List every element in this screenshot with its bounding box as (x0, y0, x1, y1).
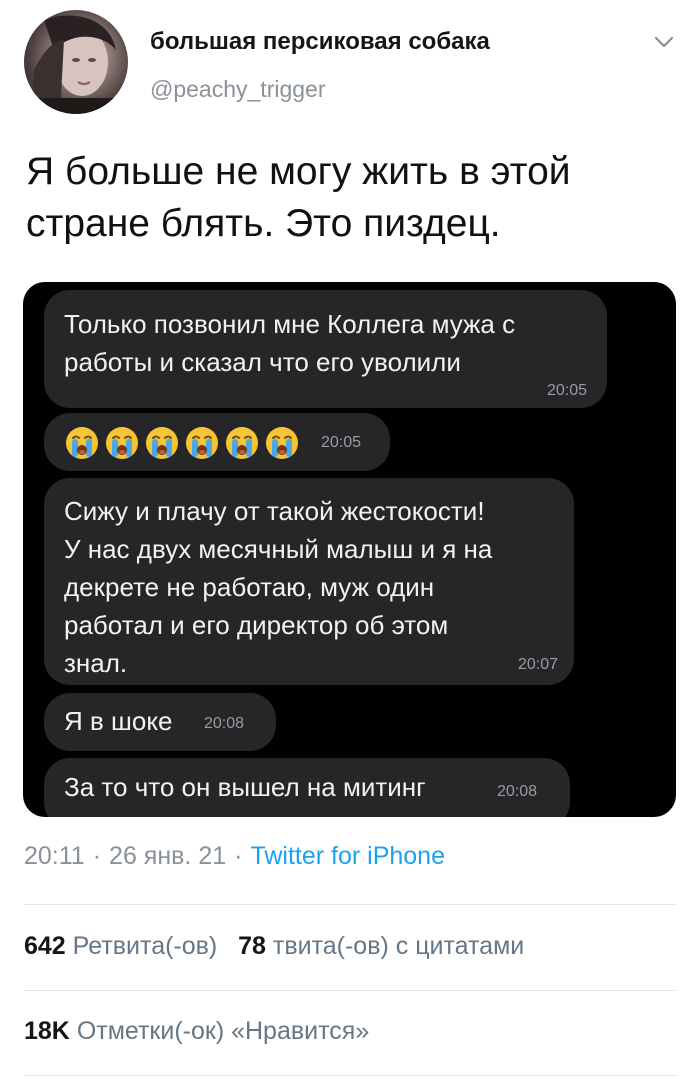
retweets-count: 642 (24, 932, 66, 960)
chat-message-text: За то что он вышел на митинг (64, 772, 426, 802)
tweet-time: 20:11 (24, 842, 85, 870)
tweet-media-image[interactable]: Только позвонил мне Коллега мужа с работ… (23, 282, 676, 817)
meta-separator: · (234, 842, 243, 870)
loudly-crying-face-icon (106, 427, 138, 459)
retweets-label: Ретвита(-ов) (72, 932, 218, 960)
loudly-crying-face-icon (226, 427, 258, 459)
divider (24, 990, 676, 991)
divider (24, 1075, 676, 1076)
chat-message-time: 20:08 (497, 783, 538, 800)
tweet-date: 26 янв. 21 (109, 842, 227, 870)
avatar[interactable] (24, 10, 128, 114)
tweet-text: Я больше не могу жить в этой стране блят… (26, 150, 571, 245)
chat-message-text: Только позвонил мне Коллега мужа с работ… (64, 309, 516, 377)
user-handle[interactable]: @peachy_trigger (150, 76, 326, 103)
tweet-source-link[interactable]: Twitter for iPhone (250, 842, 445, 870)
likes-label: Отметки(-ок) «Нравится» (76, 1017, 370, 1045)
likes-stat[interactable]: 18K Отметки(-ок) «Нравится» (24, 1017, 369, 1045)
loudly-crying-face-icon (66, 427, 98, 459)
avatar-image (24, 15, 128, 114)
chevron-down-icon[interactable] (652, 30, 676, 54)
engagement-row: 642 Ретвита(-ов) 78 твита(-ов) с цитатам… (24, 932, 524, 961)
chat-message-time: 20:07 (518, 656, 559, 673)
chat-message: За то что он вышел на митинг 20:08 (44, 758, 570, 817)
retweets-stat[interactable]: 642 Ретвита(-ов) (24, 932, 217, 960)
quotes-count: 78 (238, 932, 266, 960)
divider (24, 904, 676, 905)
likes-row: 18K Отметки(-ок) «Нравится» (24, 1017, 369, 1046)
loudly-crying-face-icon (146, 427, 178, 459)
display-name[interactable]: большая персиковая собака (150, 28, 490, 56)
quotes-stat[interactable]: 78 твита(-ов) с цитатами (238, 932, 524, 960)
likes-count: 18K (24, 1017, 70, 1045)
chat-message: Я в шоке 20:08 (44, 693, 276, 751)
meta-separator: · (92, 842, 102, 870)
chat-message: 20:05 (44, 413, 390, 471)
chat-message-text: Сижу и плачу от такой жестокости! У нас … (64, 496, 493, 678)
loudly-crying-face-icon (266, 427, 298, 459)
chat-message: Только позвонил мне Коллега мужа с работ… (44, 290, 607, 408)
chat-message: Сижу и плачу от такой жестокости! У нас … (44, 478, 574, 685)
tweet-meta: 20:11 · 26 янв. 21 · Twitter for iPhone (24, 842, 445, 871)
emoji-row (64, 425, 300, 461)
loudly-crying-face-icon (186, 427, 218, 459)
chat-message-time: 20:08 (204, 715, 245, 732)
tweet-header: большая персиковая собака @peachy_trigge… (20, 10, 678, 120)
chat-message-text: Я в шоке (64, 706, 173, 736)
chat-message-time: 20:05 (546, 382, 587, 399)
chat-message-time: 20:05 (321, 434, 362, 451)
quotes-label: твита(-ов) с цитатами (272, 932, 525, 960)
